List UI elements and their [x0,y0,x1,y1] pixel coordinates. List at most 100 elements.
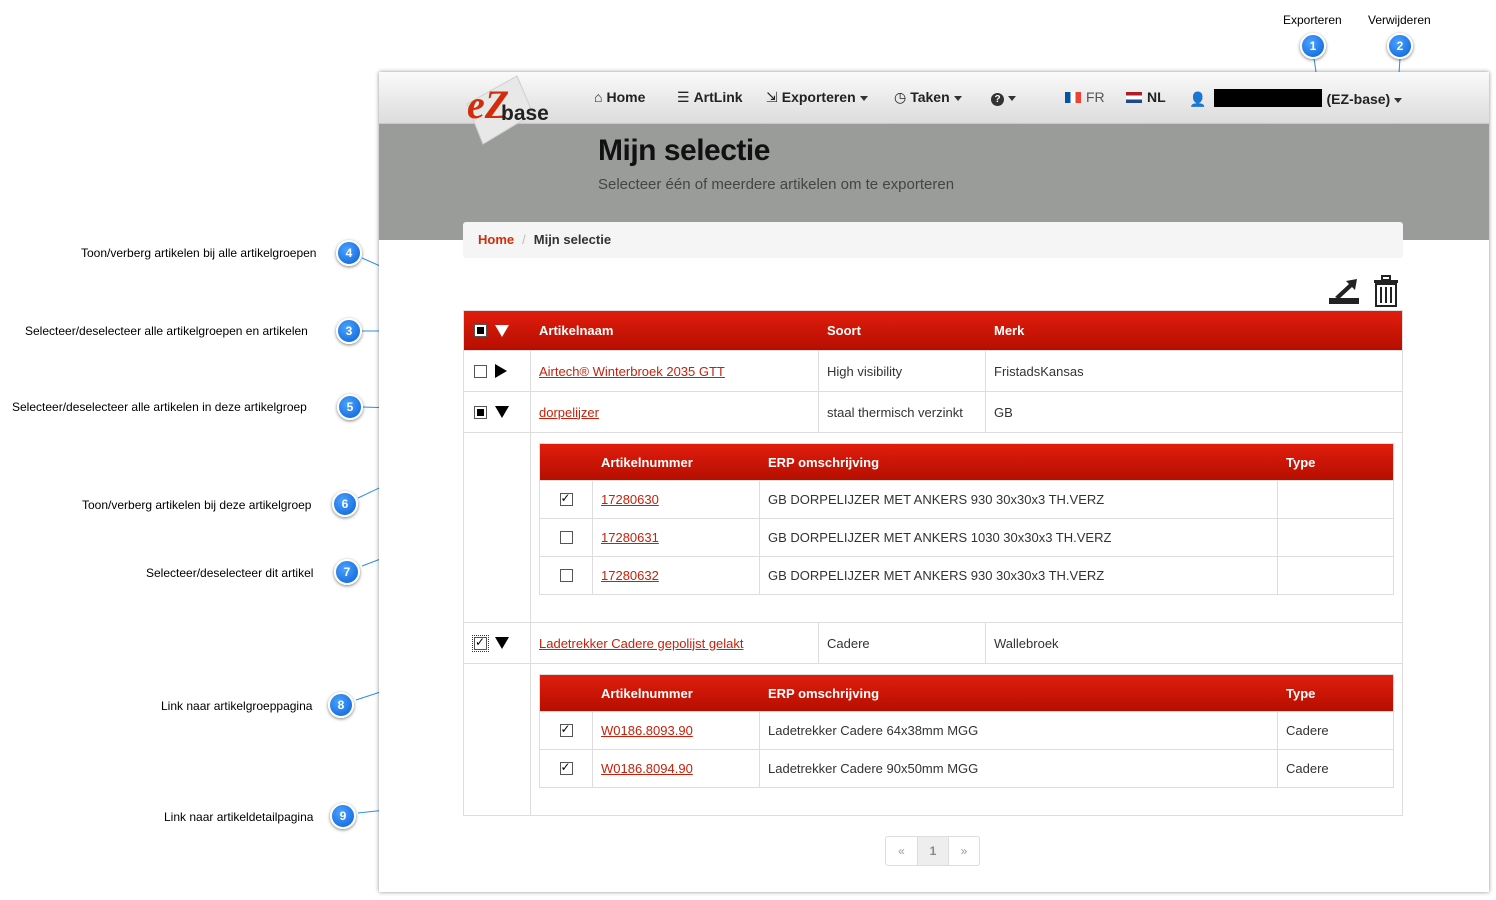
export-button[interactable] [1327,276,1361,311]
group-articles: Artikelnummer ERP omschrijving Type W018… [464,663,1402,815]
annotation-label-7: Selecteer/deselecteer dit artikel [146,566,314,580]
delete-button[interactable] [1372,275,1400,310]
article-type [1278,481,1393,518]
group-merk: FristadsKansas [994,363,1084,379]
article-type [1278,557,1393,594]
article-link[interactable]: W0186.8093.90 [601,723,693,738]
article-checkbox[interactable] [559,531,573,544]
annotation-label-4: Toon/verberg artikelen bij alle artikelg… [81,246,317,260]
article-link[interactable]: 17280632 [601,568,659,583]
annotation-label-9: Link naar artikeldetailpagina [164,810,314,824]
lang-fr[interactable]: FR [1065,89,1105,105]
annotation-bubble-1: 1 [1300,33,1326,59]
nav-exporteren[interactable]: ⇲ Exporteren [766,89,868,106]
nav-help[interactable]: ? [991,89,1016,106]
chevron-down-icon [859,95,868,101]
article-row: 17280630 GB DORPELIJZER MET ANKERS 930 3… [540,480,1393,518]
ezbase-logo[interactable]: eZ base [461,74,561,148]
article-type [1278,519,1393,556]
group-link[interactable]: dorpelijzer [539,405,599,420]
group-merk: Wallebroek [994,635,1059,651]
app-window: ⌂ Home ☰ ArtLink ⇲ Exporteren ◷ Taken ? FR N… [379,72,1489,892]
annotation-bubble-2: 2 [1387,33,1413,59]
article-checkbox[interactable] [559,760,573,775]
article-row: 17280632 GB DORPELIJZER MET ANKERS 930 3… [540,556,1393,594]
nav-artlink[interactable]: ☰ ArtLink [677,89,743,106]
annotation-bubble-8: 8 [328,692,354,718]
pagination: « 1 » [885,836,980,866]
pagination-prev[interactable]: « [886,837,917,865]
article-checkbox[interactable] [559,569,573,582]
annotation-label-5: Selecteer/deselecteer alle artikelen in … [12,400,307,414]
page-title: Mijn selectie [598,134,770,167]
table-header: Artikelnaam Soort Merk [464,311,1402,350]
annotation-label-1: Exporteren [1283,13,1342,27]
annotation-label-3: Selecteer/deselecteer alle artikelgroepe… [25,324,308,338]
export-icon: ⇲ [766,89,778,105]
article-erp: GB DORPELIJZER MET ANKERS 930 30x30x3 TH… [760,481,1278,518]
group-checkbox[interactable] [472,634,489,652]
collapse-triangle-icon[interactable] [495,406,509,418]
pagination-next[interactable]: » [948,837,979,865]
articles-table: Artikelnummer ERP omschrijving Type W018… [539,674,1394,788]
pagination-page[interactable]: 1 [917,837,948,865]
annotation-bubble-6: 6 [332,491,358,517]
annotation-bubble-3: 3 [336,318,362,344]
breadcrumb-home[interactable]: Home [478,232,514,247]
group-row: Ladetrekker Cadere gepolijst gelakt Cade… [464,622,1402,663]
help-icon: ? [991,93,1004,106]
article-checkbox[interactable] [559,722,573,737]
article-erp: GB DORPELIJZER MET ANKERS 930 30x30x3 TH… [760,557,1278,594]
group-row: Airtech® Winterbroek 2035 GTT High visib… [464,350,1402,391]
nav-taken[interactable]: ◷ Taken [894,89,962,106]
group-checkbox[interactable] [474,405,487,419]
article-erp: Ladetrekker Cadere 90x50mm MGG [760,750,1278,787]
group-soort: Cadere [819,623,986,663]
group-merk: GB [994,404,1013,420]
group-soort: High visibility [819,351,986,391]
user-icon: 👤 [1189,91,1207,107]
article-checkbox[interactable] [559,491,573,506]
user-name-redacted [1214,89,1323,107]
articles-header: Artikelnummer ERP omschrijving Type [540,675,1393,711]
collapse-triangle-icon[interactable] [495,637,509,649]
annotation-bubble-4: 4 [336,240,362,266]
header-type: Type [1286,685,1316,701]
article-erp: Ladetrekker Cadere 64x38mm MGG [760,712,1278,749]
lang-nl[interactable]: NL [1126,89,1166,105]
clock-icon: ◷ [894,89,907,105]
annotation-bubble-9: 9 [330,803,356,829]
group-link[interactable]: Ladetrekker Cadere gepolijst gelakt [539,636,744,651]
articles-header: Artikelnummer ERP omschrijving Type [540,444,1393,480]
export-icon [1329,279,1359,304]
article-row: 17280631 GB DORPELIJZER MET ANKERS 1030 … [540,518,1393,556]
article-type: Cadere [1286,761,1329,776]
group-link[interactable]: Airtech® Winterbroek 2035 GTT [539,364,725,379]
breadcrumb-current: Mijn selectie [533,232,612,247]
select-all-checkbox[interactable] [474,324,487,337]
group-checkbox[interactable] [474,364,487,378]
article-link[interactable]: 17280631 [601,530,659,545]
chevron-down-icon [953,95,962,101]
header-merk: Merk [994,323,1025,338]
flag-fr-icon [1065,92,1081,103]
breadcrumb: Home / Mijn selectie [463,222,1403,258]
article-link[interactable]: W0186.8094.90 [601,761,693,776]
article-erp: GB DORPELIJZER MET ANKERS 1030 30x30x3 T… [760,519,1278,556]
header-erp: ERP omschrijving [768,454,880,470]
flag-nl-icon [1126,92,1142,103]
toggle-all-triangle-icon[interactable] [495,324,509,337]
list-icon: ☰ [677,89,690,105]
chevron-down-icon [1394,97,1403,103]
group-articles: Artikelnummer ERP omschrijving Type 1728… [464,432,1402,622]
expand-triangle-icon[interactable] [495,364,507,378]
annotation-label-8: Link naar artikelgroeppagina [161,699,313,713]
group-soort: staal thermisch verzinkt [819,392,986,432]
article-row: W0186.8094.90 Ladetrekker Cadere 90x50mm… [540,749,1393,787]
nav-home[interactable]: ⌂ Home [594,89,645,105]
header-artikelnaam: Artikelnaam [539,323,614,338]
article-link[interactable]: 17280630 [601,492,659,507]
nav-user[interactable]: 👤 (EZ-base) [1189,89,1403,108]
group-row: dorpelijzer staal thermisch verzinkt GB [464,391,1402,432]
header-erp: ERP omschrijving [768,685,880,701]
